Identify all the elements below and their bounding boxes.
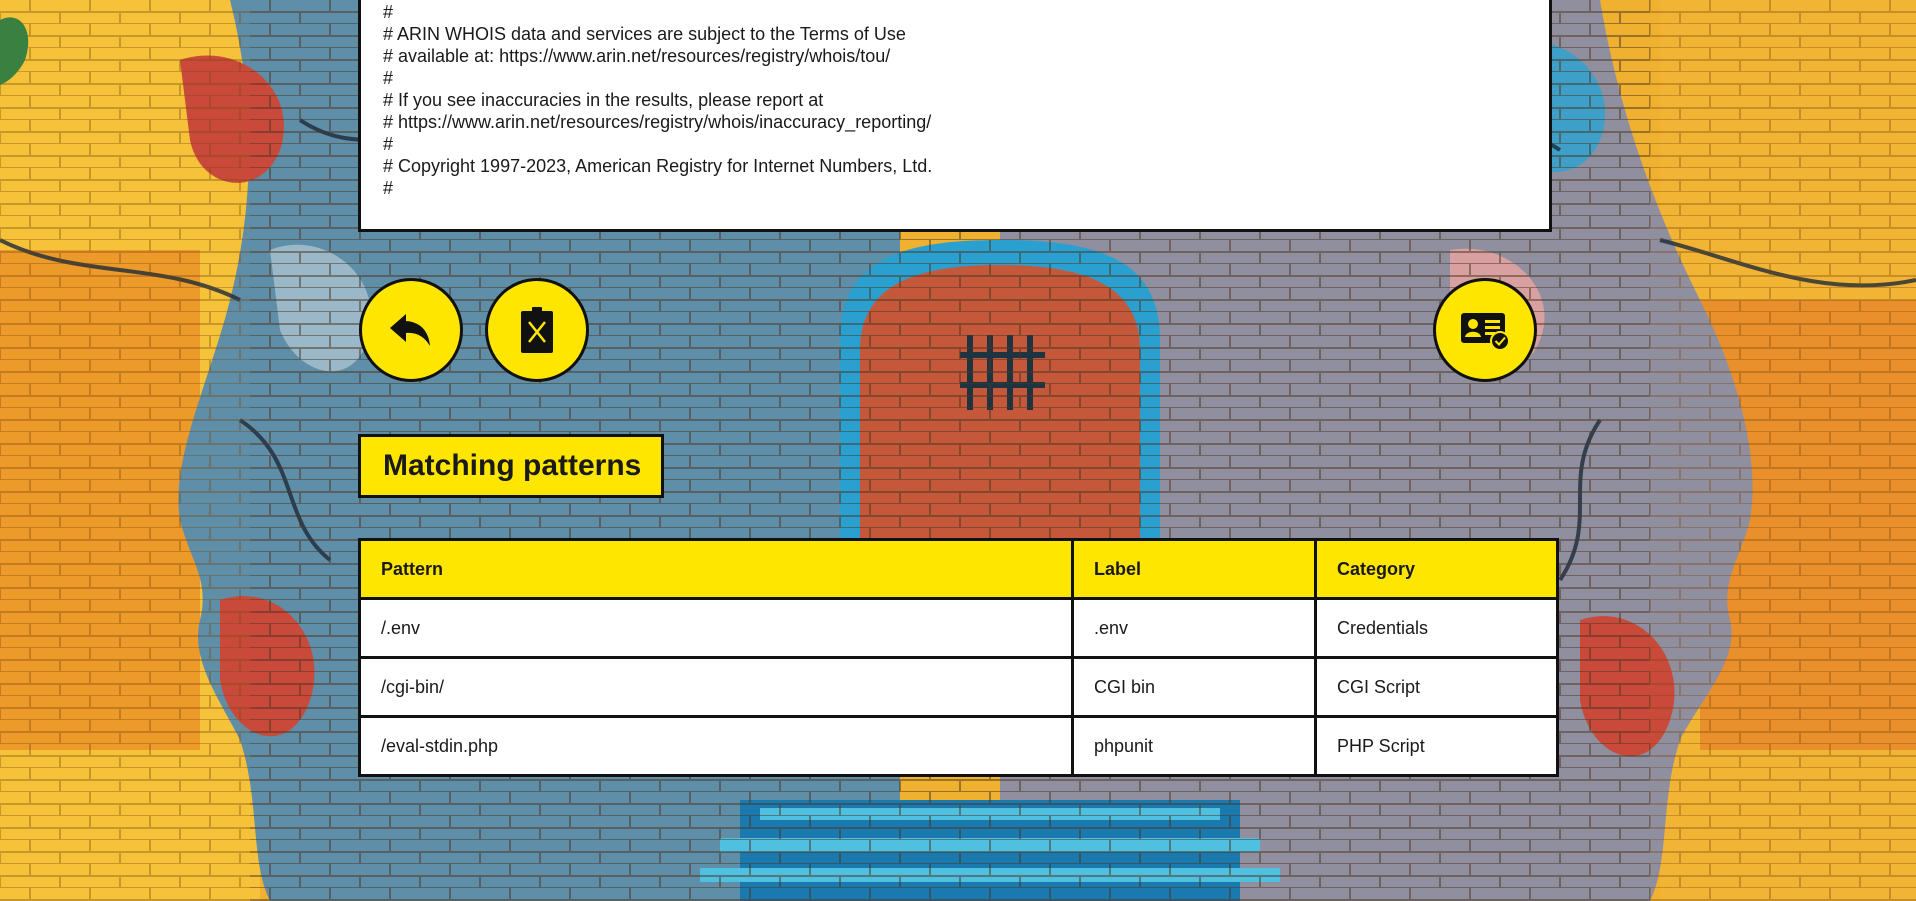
cell-category: CGI Script <box>1314 656 1559 718</box>
whois-line: # available at: https://www.arin.net/res… <box>383 46 891 66</box>
patterns-table: Pattern Label Category /.env .env Creden… <box>358 538 1559 777</box>
whois-line: # If you see inaccuracies in the results… <box>383 90 824 110</box>
cell-label: CGI bin <box>1071 656 1317 718</box>
column-header-label: Label <box>1071 538 1317 600</box>
cell-category: PHP Script <box>1314 715 1559 777</box>
table-row: /eval-stdin.php phpunit PHP Script <box>358 715 1559 777</box>
cell-category: Credentials <box>1314 597 1559 659</box>
trash-x-icon <box>521 307 553 353</box>
id-card-check-icon <box>1461 313 1510 351</box>
table-header-row: Pattern Label Category <box>358 538 1559 600</box>
whois-line: # <box>383 68 394 88</box>
whois-line: # <box>383 134 394 154</box>
column-header-category: Category <box>1314 538 1559 600</box>
reply-arrow-icon <box>390 314 430 346</box>
whois-line: # https://www.arin.net/resources/registr… <box>383 112 932 132</box>
whois-line: # <box>383 2 394 22</box>
table-row: /cgi-bin/ CGI bin CGI Script <box>358 656 1559 718</box>
column-header-pattern: Pattern <box>358 538 1074 600</box>
section-title: Matching patterns <box>358 434 665 498</box>
cell-pattern: /cgi-bin/ <box>358 656 1074 718</box>
whois-line: # Copyright 1997-2023, American Registry… <box>383 156 933 176</box>
cell-pattern: /eval-stdin.php <box>358 715 1074 777</box>
contact-info-button[interactable] <box>1433 278 1537 382</box>
whois-line: # ARIN WHOIS data and services are subje… <box>383 24 906 44</box>
delete-button[interactable] <box>485 278 589 382</box>
table-row: /.env .env Credentials <box>358 597 1559 659</box>
back-button[interactable] <box>359 278 463 382</box>
whois-line: # <box>383 178 394 198</box>
whois-output-panel: # # ARIN WHOIS data and services are sub… <box>358 0 1552 232</box>
cell-label: .env <box>1071 597 1317 659</box>
cell-pattern: /.env <box>358 597 1074 659</box>
cell-label: phpunit <box>1071 715 1317 777</box>
